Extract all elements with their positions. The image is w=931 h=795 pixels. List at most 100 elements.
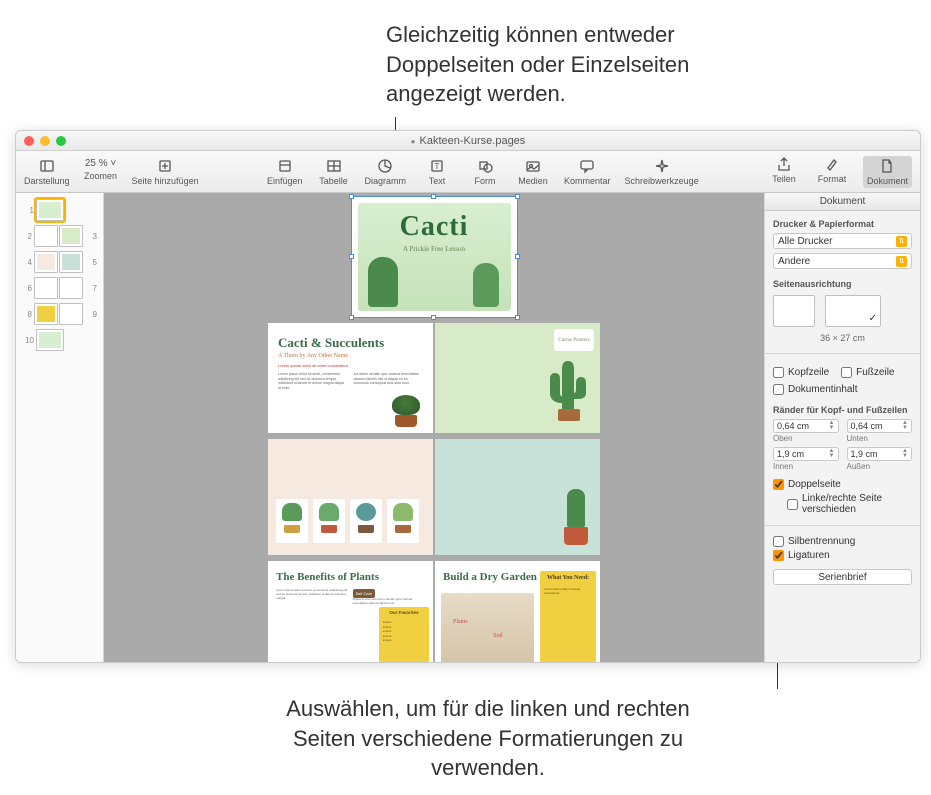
close-icon[interactable] bbox=[24, 136, 34, 146]
media-button[interactable]: Medien bbox=[516, 158, 550, 186]
sidebar-panel: What You Need: Lorem ipsum dolor sit ame… bbox=[540, 571, 596, 662]
document-page[interactable]: Cacti A Prickle Free Lesson bbox=[352, 197, 517, 317]
traffic-lights bbox=[24, 136, 66, 146]
selection-handle[interactable] bbox=[431, 194, 436, 199]
writing-tools-label: Schreibwerkzeuge bbox=[625, 176, 699, 186]
thumbnail-page[interactable] bbox=[59, 303, 83, 325]
titlebar: Kakteen-Kurse.pages bbox=[16, 131, 920, 151]
selection-handle[interactable] bbox=[515, 315, 520, 320]
page-spread: The Past +Future ofSucculents Lorem ipsu… bbox=[268, 439, 600, 555]
insert-button[interactable]: Einfügen bbox=[267, 158, 303, 186]
header-checkbox[interactable]: Kopfzeile bbox=[773, 367, 829, 378]
annotation: Soil bbox=[493, 633, 503, 639]
mail-merge-button[interactable]: Serienbrief bbox=[773, 569, 912, 585]
plant-card bbox=[387, 499, 419, 543]
margin-inner-stepper[interactable]: 1,9 cm▲▼ bbox=[773, 447, 839, 461]
add-page-button[interactable]: Seite hinzufügen bbox=[132, 158, 199, 186]
thumbnail-page[interactable] bbox=[36, 199, 64, 221]
main-area: 1 2 3 4 5 6 7 8 bbox=[16, 193, 920, 662]
thumbnail-page[interactable] bbox=[59, 251, 83, 273]
paper-select[interactable]: Andere ⇅ bbox=[773, 253, 912, 269]
zoom-label: Zoomen bbox=[84, 171, 117, 181]
share-label: Teilen bbox=[772, 174, 796, 184]
thumbnail-page[interactable] bbox=[59, 277, 83, 299]
hyphenation-checkbox[interactable]: Silbentrennung bbox=[773, 536, 912, 547]
selection-handle[interactable] bbox=[349, 194, 354, 199]
thumbnail-row[interactable]: 6 7 bbox=[20, 277, 99, 299]
callout-bottom-text: Auswählen, um für die linken und rechten… bbox=[258, 694, 718, 783]
thumbnail-sidebar[interactable]: 1 2 3 4 5 6 7 8 bbox=[16, 193, 104, 662]
document-page[interactable]: The Benefits of Plants Lorem ipsum dolor… bbox=[268, 561, 433, 662]
footer-checkbox[interactable]: Fußzeile bbox=[841, 367, 894, 378]
facing-pages-checkbox[interactable]: Doppelseite bbox=[773, 479, 912, 490]
thumbnail-page[interactable] bbox=[34, 303, 58, 325]
document-page[interactable]: The Past +Future ofSucculents Lorem ipsu… bbox=[268, 439, 433, 555]
stepper-label: Oben bbox=[773, 434, 839, 443]
document-button[interactable]: Dokument bbox=[863, 156, 912, 188]
callout-top-text: Gleichzeitig können entweder Doppelseite… bbox=[386, 20, 726, 109]
page-subheading: A Thorn by Any Other Name bbox=[268, 353, 433, 363]
printer-select[interactable]: Alle Drucker ⇅ bbox=[773, 233, 912, 249]
stepper-arrows-icon[interactable]: ▲▼ bbox=[829, 449, 835, 459]
chart-button[interactable]: Diagramm bbox=[365, 158, 407, 186]
minimize-icon[interactable] bbox=[40, 136, 50, 146]
thumbnail-page[interactable] bbox=[34, 251, 58, 273]
view-button[interactable]: Darstellung bbox=[24, 158, 70, 186]
margin-top-stepper[interactable]: 0,64 cm▲▼ bbox=[773, 419, 839, 433]
zoom-icon[interactable] bbox=[56, 136, 66, 146]
stepper-arrows-icon[interactable]: ▲▼ bbox=[829, 421, 835, 431]
selection-handle[interactable] bbox=[349, 315, 354, 320]
selection-handle[interactable] bbox=[515, 254, 520, 259]
thumbnail-row[interactable]: 1 bbox=[20, 199, 99, 221]
document-label: Dokument bbox=[867, 176, 908, 186]
thumbnail-row[interactable]: 10 bbox=[20, 329, 99, 351]
landscape-button[interactable]: ✓ bbox=[825, 295, 881, 327]
selection-handle[interactable] bbox=[349, 254, 354, 259]
document-page[interactable]: Build a Dry Garden Plants Soil What You … bbox=[435, 561, 600, 662]
thumbnail-row[interactable]: 4 5 bbox=[20, 251, 99, 273]
document-page[interactable]: Cactus Pointers The Succulent Parts Lore… bbox=[435, 323, 600, 433]
paper-dimensions: 36 × 27 cm bbox=[773, 333, 912, 343]
cactus-icon bbox=[368, 257, 398, 307]
add-page-label: Seite hinzufügen bbox=[132, 176, 199, 186]
document-page[interactable]: The word cactus derives from the Ancient… bbox=[435, 439, 600, 555]
checkbox-label: Silbentrennung bbox=[788, 536, 855, 547]
zoom-select[interactable]: 25 % ˅ Zoomen bbox=[84, 158, 118, 186]
format-button[interactable]: Format bbox=[815, 156, 849, 188]
text-button[interactable]: T Text bbox=[420, 158, 454, 186]
thumbnail-number: 9 bbox=[85, 310, 97, 319]
plant-illustration bbox=[564, 489, 588, 545]
margin-outer-stepper[interactable]: 1,9 cm▲▼ bbox=[847, 447, 913, 461]
thumbnail-page[interactable] bbox=[36, 329, 64, 351]
thumbnail-page[interactable] bbox=[34, 277, 58, 299]
text-columns: Lorem ipsum dolor sit amet, consectetur … bbox=[268, 368, 433, 394]
selection-handle[interactable] bbox=[515, 194, 520, 199]
media-icon bbox=[525, 158, 541, 174]
card-row bbox=[268, 495, 433, 547]
different-lr-checkbox[interactable]: Linke/rechte Seite verschieden bbox=[787, 493, 912, 515]
document-canvas[interactable]: Cacti A Prickle Free Lesson Ca bbox=[104, 193, 764, 662]
thumbnail-page[interactable] bbox=[59, 225, 83, 247]
check-icon: ✓ bbox=[869, 313, 877, 324]
table-button[interactable]: Tabelle bbox=[317, 158, 351, 186]
writing-tools-button[interactable]: Schreibwerkzeuge bbox=[625, 158, 699, 186]
photo bbox=[441, 593, 534, 662]
portrait-button[interactable] bbox=[773, 295, 815, 327]
select-value: Alle Drucker bbox=[778, 236, 832, 247]
thumbnail-row[interactable]: 8 9 bbox=[20, 303, 99, 325]
document-body-checkbox[interactable]: Dokumentinhalt bbox=[773, 384, 912, 395]
shape-button[interactable]: Form bbox=[468, 158, 502, 186]
selection-handle[interactable] bbox=[431, 315, 436, 320]
chevron-updown-icon: ⇅ bbox=[896, 236, 907, 247]
ligatures-checkbox[interactable]: Ligaturen bbox=[773, 550, 912, 561]
share-button[interactable]: Teilen bbox=[767, 156, 801, 188]
inspector-tab[interactable]: Dokument bbox=[765, 193, 920, 211]
document-page[interactable]: Cacti & Succulents A Thorn by Any Other … bbox=[268, 323, 433, 433]
margin-bottom-stepper[interactable]: 0,64 cm▲▼ bbox=[847, 419, 913, 433]
comment-button[interactable]: Kommentar bbox=[564, 158, 611, 186]
thumbnail-page[interactable] bbox=[34, 225, 58, 247]
thumbnail-row[interactable]: 2 3 bbox=[20, 225, 99, 247]
text-icon: T bbox=[429, 158, 445, 174]
stepper-arrows-icon[interactable]: ▲▼ bbox=[902, 421, 908, 431]
stepper-arrows-icon[interactable]: ▲▼ bbox=[902, 449, 908, 459]
